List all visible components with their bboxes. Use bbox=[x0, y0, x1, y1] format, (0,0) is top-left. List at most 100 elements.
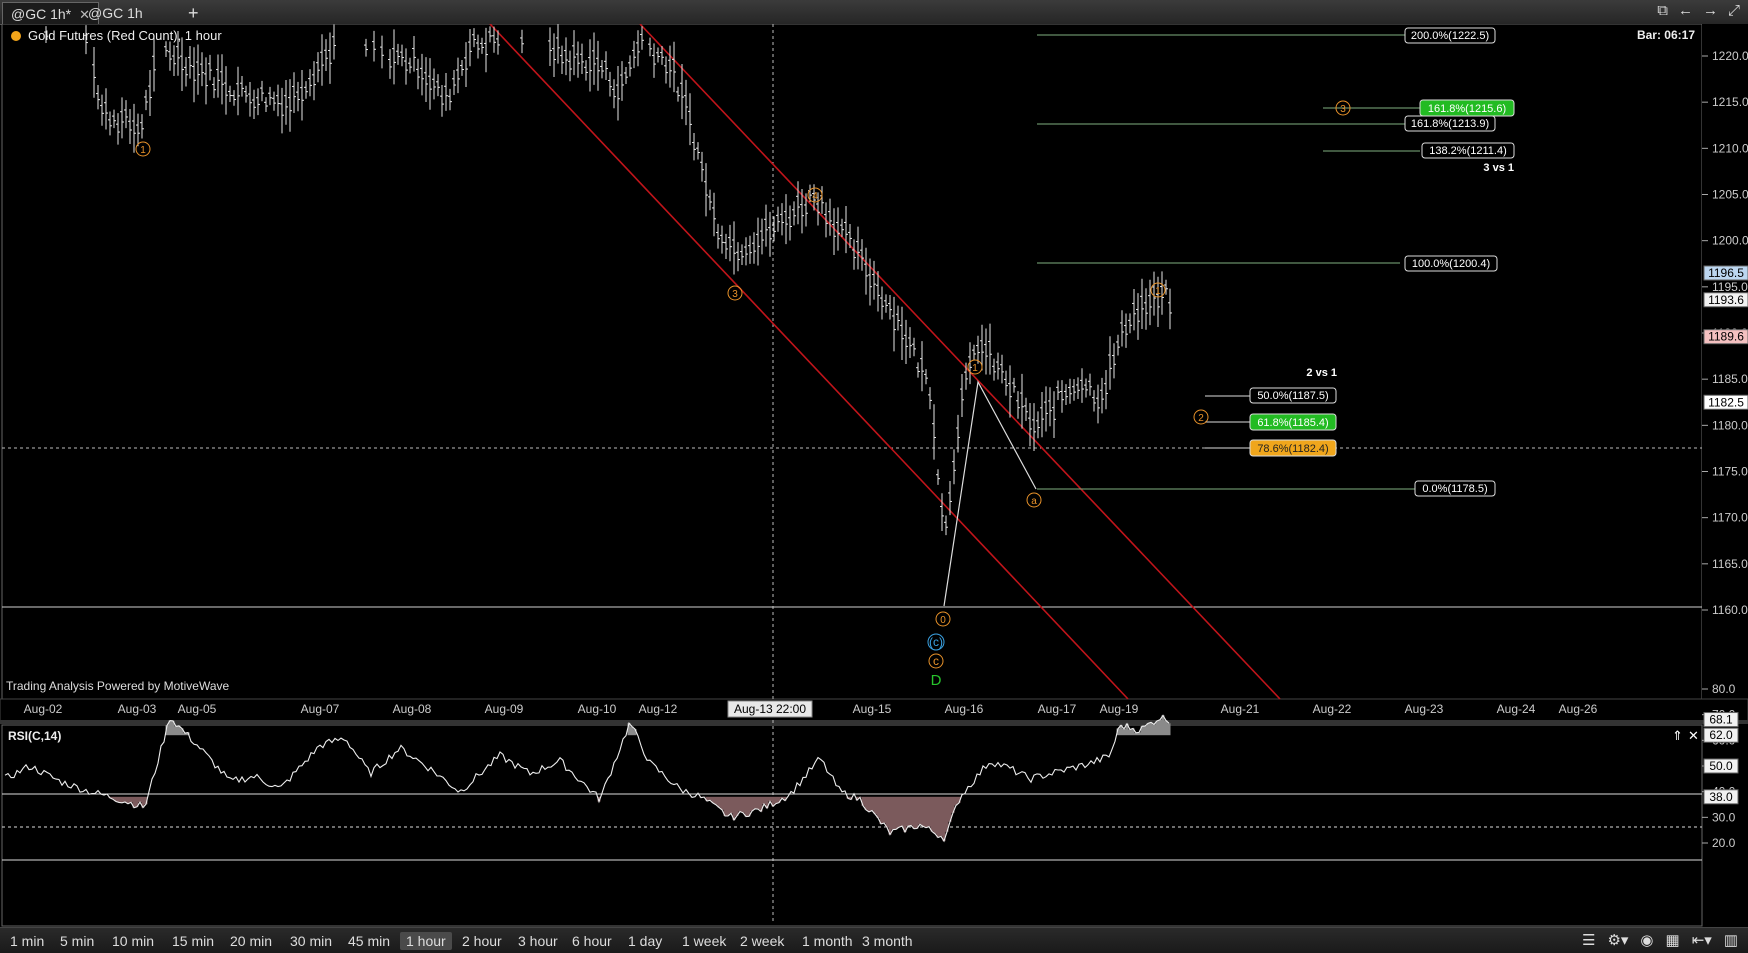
eye-icon[interactable]: ◉ bbox=[1640, 931, 1653, 949]
crosshair-time-label: Aug-13 22:00 bbox=[727, 700, 813, 718]
tab-bar: @GC 1h* ✕ @GC 1h + ⧉ ← → ⤢ bbox=[0, 0, 1748, 25]
tab-gc-1h[interactable]: @GC 1h bbox=[80, 2, 151, 24]
time-axis-label: Aug-22 bbox=[1313, 702, 1352, 716]
fib-text: 78.6%(1182.4) bbox=[1257, 443, 1328, 455]
timeframe-2-hour[interactable]: 2 hour bbox=[456, 932, 508, 950]
price-marker: 1182.5 bbox=[1708, 395, 1744, 409]
timeframe-1-day[interactable]: 1 day bbox=[622, 932, 668, 950]
price-marker: 1193.6 bbox=[1708, 293, 1744, 307]
fib-label-100[interactable]: 100.0%(1200.4) bbox=[1404, 255, 1498, 272]
time-axis-label: Aug-05 bbox=[178, 702, 217, 716]
fib-text: 100.0%(1200.4) bbox=[1412, 258, 1490, 270]
svg-text:a: a bbox=[1031, 496, 1037, 507]
close-pane-icon[interactable]: ✕ bbox=[1688, 728, 1699, 743]
timeframe-3-hour[interactable]: 3 hour bbox=[512, 932, 564, 950]
time-axis-label: Aug-09 bbox=[485, 702, 524, 716]
price-axis[interactable] bbox=[1702, 24, 1748, 699]
tab-label: @GC 1h* bbox=[11, 6, 72, 22]
timeframe-bar: ☰ ⚙▾ ◉ ▦ ⇤▾ ▥ 1 min 5 min 10 min 15 min 20 m… bbox=[0, 927, 1748, 953]
svg-text:1: 1 bbox=[1155, 286, 1161, 297]
zoom-icon[interactable]: ⇤▾ bbox=[1692, 931, 1712, 949]
fib-label-61[interactable]: 61.8%(1185.4) bbox=[1249, 413, 1337, 431]
timeframe-30-min[interactable]: 30 min bbox=[284, 932, 338, 950]
rsi-tick: 30.0 bbox=[1712, 810, 1736, 824]
svg-text:2: 2 bbox=[1198, 413, 1204, 424]
fib-label-50[interactable]: 50.0%(1187.5) bbox=[1249, 387, 1337, 404]
price-tick: 1220.0 bbox=[1712, 49, 1748, 63]
svg-text:1: 1 bbox=[140, 145, 146, 156]
chart-title: Gold Futures (Red Count), 1 hour bbox=[28, 28, 222, 43]
time-axis-label: Aug-19 bbox=[1100, 702, 1139, 716]
chart-settings-icon[interactable]: ⚙▾ bbox=[1607, 931, 1628, 949]
time-axis-label: Aug-03 bbox=[118, 702, 157, 716]
timeframe-15-min[interactable]: 15 min bbox=[166, 932, 220, 950]
fib-text: 61.8%(1185.4) bbox=[1257, 417, 1328, 429]
wave-label-c-blue[interactable]: (c) bbox=[927, 633, 945, 651]
expand-icon[interactable]: ⤢ bbox=[1728, 2, 1740, 22]
price-tick: 1215.0 bbox=[1712, 95, 1748, 109]
fib-label-161-upper[interactable]: 161.8%(1215.6) bbox=[1419, 99, 1515, 117]
fib-label-200[interactable]: 200.0%(1222.5) bbox=[1404, 27, 1496, 44]
time-axis-label: Aug-26 bbox=[1559, 702, 1598, 716]
arrow-left-icon[interactable]: ← bbox=[1678, 2, 1693, 22]
fib-label-0[interactable]: 0.0%(1178.5) bbox=[1414, 480, 1496, 497]
timeframe-45-min[interactable]: 45 min bbox=[342, 932, 396, 950]
fib-text: 0.0%(1178.5) bbox=[1422, 483, 1487, 495]
grid-icon[interactable]: ▦ bbox=[1666, 931, 1680, 949]
bar-timer: Bar: 06:17 bbox=[1637, 28, 1695, 42]
time-axis-label: Aug-07 bbox=[301, 702, 340, 716]
timeframe-5-min[interactable]: 5 min bbox=[54, 932, 100, 950]
price-tick: 1205.0 bbox=[1712, 188, 1748, 202]
svg-text:3: 3 bbox=[732, 289, 738, 300]
svg-text:c: c bbox=[933, 654, 939, 668]
svg-text:(c): (c) bbox=[929, 635, 943, 649]
timeframe-10-min[interactable]: 10 min bbox=[106, 932, 160, 950]
rsi-tick: 80.0 bbox=[1712, 682, 1736, 696]
time-axis-label: Aug-21 bbox=[1221, 702, 1260, 716]
price-tick: 1180.0 bbox=[1712, 418, 1748, 432]
time-axis-label: Aug-17 bbox=[1038, 702, 1077, 716]
svg-text:1: 1 bbox=[972, 363, 978, 374]
timeframe-3-month[interactable]: 3 month bbox=[856, 932, 919, 950]
price-tick: 1210.0 bbox=[1712, 141, 1748, 155]
rsi-marker: 50.0 bbox=[1709, 759, 1733, 773]
timeframe-2-week[interactable]: 2 week bbox=[734, 932, 790, 950]
timeframe-20-min[interactable]: 20 min bbox=[224, 932, 278, 950]
price-tick: 1170.0 bbox=[1712, 511, 1748, 525]
price-tick: 1195.0 bbox=[1712, 280, 1748, 294]
price-tick: 1185.0 bbox=[1712, 372, 1748, 386]
timeframe-6-hour[interactable]: 6 hour bbox=[566, 932, 618, 950]
bar-chart-icon[interactable]: ▥ bbox=[1724, 931, 1738, 949]
fib-label-138[interactable]: 138.2%(1211.4) bbox=[1421, 142, 1515, 159]
time-axis-label: Aug-12 bbox=[639, 702, 678, 716]
bottom-tools: ☰ ⚙▾ ◉ ▦ ⇤▾ ▥ bbox=[1582, 931, 1738, 949]
time-axis-label: Aug-08 bbox=[393, 702, 432, 716]
timeframe-1-min[interactable]: 1 min bbox=[4, 932, 50, 950]
price-tick: 1200.0 bbox=[1712, 234, 1748, 248]
timeframe-1-week[interactable]: 1 week bbox=[676, 932, 732, 950]
chart-canvas[interactable]: Gold Futures (Red Count), 1 hour Bar: 06… bbox=[0, 24, 1748, 927]
timeframe-1-hour[interactable]: 1 hour bbox=[400, 932, 452, 950]
fib-label-161-lower[interactable]: 161.8%(1213.9) bbox=[1404, 115, 1496, 132]
window-controls: ⧉ ← → ⤢ bbox=[1657, 2, 1740, 22]
list-icon[interactable]: ☰ bbox=[1582, 931, 1595, 949]
rsi-marker: 62.0 bbox=[1709, 728, 1733, 742]
time-axis-label: Aug-24 bbox=[1497, 702, 1536, 716]
fib-label-78[interactable]: 78.6%(1182.4) bbox=[1249, 439, 1337, 457]
time-axis-label: Aug-10 bbox=[578, 702, 617, 716]
maximize-pane-icon[interactable]: ⇑ bbox=[1672, 728, 1683, 743]
price-marker: 1196.5 bbox=[1708, 266, 1744, 280]
timeframe-1-month[interactable]: 1 month bbox=[796, 932, 859, 950]
rsi-pane[interactable] bbox=[1, 724, 1703, 927]
wave-label-d[interactable]: D bbox=[931, 672, 942, 689]
arrow-right-icon[interactable]: → bbox=[1703, 2, 1718, 22]
fib-text: 138.2%(1211.4) bbox=[1429, 145, 1506, 157]
add-tab-button[interactable]: + bbox=[180, 2, 207, 24]
rsi-marker: 38.0 bbox=[1709, 790, 1733, 804]
fib-text: 161.8%(1215.6) bbox=[1428, 103, 1506, 115]
popout-icon[interactable]: ⧉ bbox=[1657, 2, 1668, 22]
svg-text:0: 0 bbox=[940, 615, 946, 626]
time-axis-label: Aug-02 bbox=[24, 702, 63, 716]
time-axis-label: Aug-23 bbox=[1405, 702, 1444, 716]
watermark: Trading Analysis Powered by MotiveWave bbox=[6, 679, 230, 693]
